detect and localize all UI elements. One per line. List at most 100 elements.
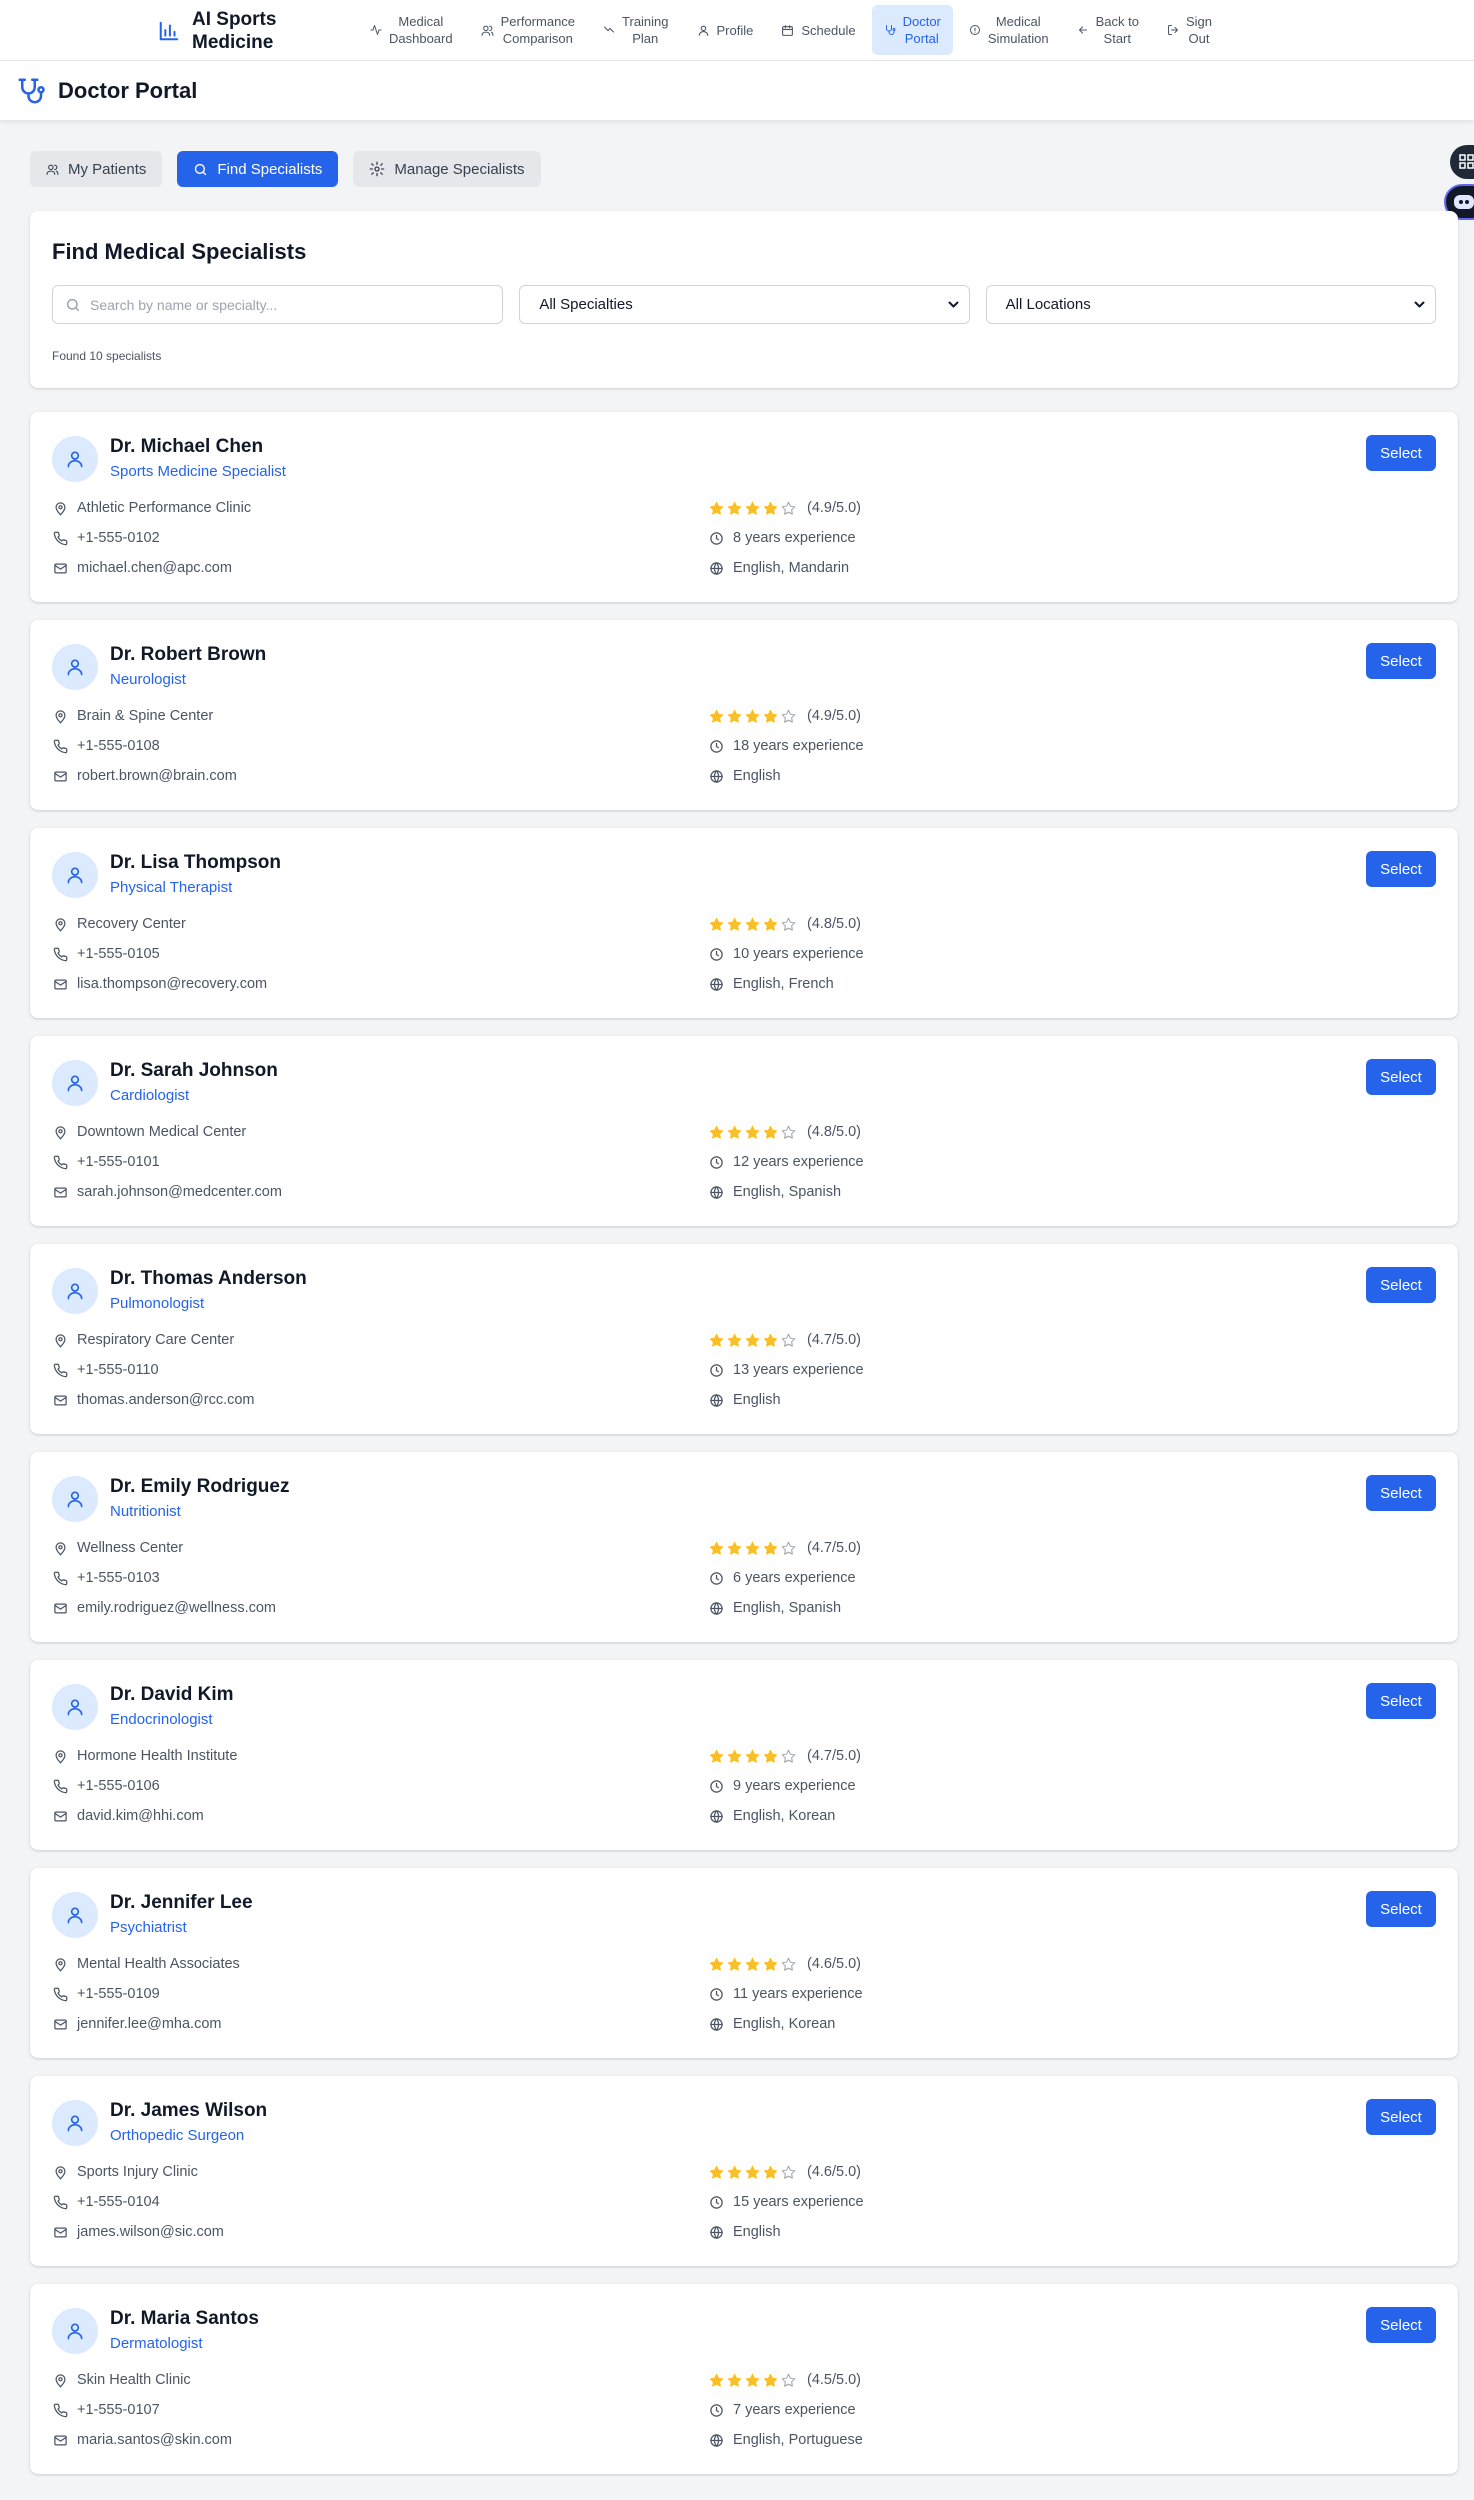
experience-info: 12 years experience [709, 1152, 864, 1172]
specialist-card: Dr. Maria Santos Dermatologist Select Skin … [30, 2284, 1458, 2474]
specialist-specialty: Neurologist [110, 671, 186, 688]
search-input[interactable] [53, 286, 503, 323]
rating-info: (4.8/5.0) [709, 914, 861, 934]
experience-text: 10 years experience [733, 946, 864, 962]
tab-label: Find Specialists [217, 160, 323, 178]
brand[interactable]: AI Sports Medicine [158, 6, 276, 56]
email-address: michael.chen@apc.com [77, 560, 232, 576]
specialist-specialty: Cardiologist [110, 1087, 190, 1104]
star-filled-icon [727, 1125, 742, 1140]
nav-item-label: Back to Start [1095, 14, 1139, 46]
nav-item-medical-dashboard[interactable]: Medical Dashboard [358, 5, 465, 55]
languages-text: English, Korean [733, 2016, 836, 2032]
select-specialist-button[interactable]: Select [1366, 1059, 1436, 1095]
bar-chart-icon [158, 20, 180, 42]
rating-info: (4.8/5.0) [709, 1122, 861, 1142]
brand-title: AI Sports Medicine [192, 9, 277, 53]
nav-item-label: Schedule [801, 22, 856, 38]
globe-icon [709, 1601, 724, 1616]
phone-icon [53, 947, 68, 962]
tab-label: Manage Specialists [394, 160, 525, 178]
specialty-select[interactable]: All Specialties [519, 285, 970, 324]
email-info: lisa.thompson@recovery.com [53, 974, 267, 994]
experience-text: 8 years experience [733, 530, 856, 546]
phone-info: +1-555-0106 [53, 1776, 160, 1796]
languages-text: English, Portuguese [733, 2432, 863, 2448]
rating-value: (4.7/5.0) [807, 1540, 861, 1556]
select-specialist-button[interactable]: Select [1366, 643, 1436, 679]
specialty-select-value: All Specialties [539, 296, 633, 313]
star-filled-icon [763, 501, 778, 516]
location-select[interactable]: All Locations [985, 285, 1436, 324]
experience-text: 12 years experience [733, 1154, 864, 1170]
specialist-specialty: Psychiatrist [110, 1919, 187, 1936]
globe-icon [709, 2017, 724, 2032]
specialist-name: Dr. Lisa Thompson [110, 852, 282, 873]
select-specialist-button[interactable]: Select [1366, 2307, 1436, 2343]
star-filled-icon [709, 1749, 724, 1764]
select-specialist-button[interactable]: Select [1366, 2099, 1436, 2135]
specialist-card: Dr. James Wilson Orthopedic Surgeon Select… [30, 2076, 1458, 2266]
tab-find-specialists[interactable]: Find Specialists [177, 151, 339, 187]
grid-widget-button[interactable] [1450, 145, 1474, 179]
star-filled-icon [709, 709, 724, 724]
select-specialist-button[interactable]: Select [1366, 1267, 1436, 1303]
clinic-name: Downtown Medical Center [77, 1124, 247, 1140]
globe-icon [709, 2225, 724, 2240]
nav-menu: Medical Dashboard Performance Comparison Tra… [358, 5, 1224, 55]
globe-icon [709, 1185, 724, 1200]
top-navigation: AI Sports Medicine Medical Dashboard Perfo… [0, 0, 1474, 61]
experience-info: 11 years experience [709, 1984, 863, 2004]
phone-number: +1-555-0101 [77, 1154, 160, 1170]
phone-info: +1-555-0105 [53, 944, 160, 964]
specialist-name: Dr. Sarah Johnson [110, 1060, 278, 1081]
select-specialist-button[interactable]: Select [1366, 435, 1436, 471]
nav-item-schedule[interactable]: Schedule [769, 5, 867, 55]
nav-item-medical-simulation[interactable]: Medical Simulation [957, 5, 1061, 55]
portal-tabs: My Patients Find Specialists Manage Specia… [30, 151, 541, 187]
nav-item-training-plan[interactable]: Training Plan [591, 5, 680, 55]
tab-manage-specialists[interactable]: Manage Specialists [353, 151, 541, 187]
specialist-card: Dr. Sarah Johnson Cardiologist Select Downt… [30, 1036, 1458, 1226]
star-rating [709, 2165, 796, 2180]
email-info: emily.rodriguez@wellness.com [53, 1598, 276, 1618]
experience-text: 15 years experience [733, 2194, 864, 2210]
select-specialist-button[interactable]: Select [1366, 1891, 1436, 1927]
avatar [52, 2308, 98, 2354]
phone-icon [53, 1155, 68, 1170]
search-field[interactable] [52, 285, 504, 324]
arrow-left-icon [1077, 24, 1089, 36]
star-filled-icon [727, 709, 742, 724]
star-empty-icon [781, 2165, 796, 2180]
languages-info: English [709, 2222, 781, 2242]
experience-text: 11 years experience [733, 1986, 863, 2002]
phone-info: +1-555-0107 [53, 2400, 160, 2420]
select-specialist-button[interactable]: Select [1366, 1475, 1436, 1511]
experience-text: 9 years experience [733, 1778, 856, 1794]
nav-item-doctor-portal[interactable]: Doctor Portal [871, 5, 953, 55]
user-icon [697, 24, 710, 37]
phone-info: +1-555-0110 [53, 1360, 159, 1380]
select-specialist-button[interactable]: Select [1366, 851, 1436, 887]
nav-item-performance-comparison[interactable]: Performance Comparison [469, 5, 587, 55]
star-filled-icon [745, 1333, 760, 1348]
specialist-card: Dr. Robert Brown Neurologist Select Brain &… [30, 620, 1458, 810]
mail-icon [53, 1393, 68, 1408]
nav-item-sign-out[interactable]: Sign Out [1155, 5, 1224, 55]
email-address: lisa.thompson@recovery.com [77, 976, 268, 992]
nav-item-profile[interactable]: Profile [685, 5, 766, 55]
specialist-specialty: Nutritionist [110, 1503, 181, 1520]
star-rating [709, 1541, 796, 1556]
mail-icon [53, 977, 68, 992]
nav-item-back-to-start[interactable]: Back to Start [1065, 5, 1151, 55]
select-specialist-button[interactable]: Select [1366, 1683, 1436, 1719]
tab-my-patients[interactable]: My Patients [30, 151, 163, 187]
specialist-name: Dr. Maria Santos [110, 2308, 259, 2329]
rating-value: (4.9/5.0) [807, 500, 861, 516]
clinic-name: Skin Health Clinic [77, 2372, 191, 2388]
rating-value: (4.8/5.0) [807, 1124, 861, 1140]
rating-value: (4.7/5.0) [807, 1332, 861, 1348]
specialist-specialty: Physical Therapist [110, 879, 233, 896]
mail-icon [53, 2017, 68, 2032]
specialist-name: Dr. James Wilson [110, 2100, 268, 2121]
